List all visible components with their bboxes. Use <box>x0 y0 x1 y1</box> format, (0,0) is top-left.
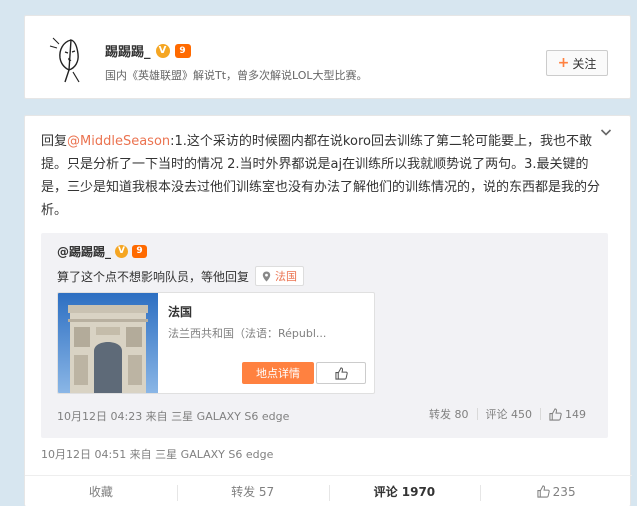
repost-button[interactable]: 转发 57 <box>176 476 329 506</box>
place-like-button[interactable] <box>316 362 366 384</box>
place-detail-button[interactable]: 地点详情 <box>242 362 314 384</box>
level-badge-icon: 9 <box>132 245 148 258</box>
like-count: 235 <box>552 484 576 499</box>
quote-actions: 转发 80 评论 450 149 <box>421 406 594 422</box>
verified-icon: V <box>115 245 129 258</box>
reply-prefix: 回复 <box>41 134 68 149</box>
quote-timestamp[interactable]: 10月12日 04:23 来自 三星 GALAXY S6 edge <box>57 408 289 424</box>
quote-text: 算了这个点不想影响队员，等他回复 法国 <box>57 266 305 286</box>
chevron-down-icon[interactable] <box>600 126 612 138</box>
profile-name-text[interactable]: 踢踢踢_ <box>105 41 151 60</box>
thumbs-up-icon <box>549 407 562 421</box>
follow-label: 关注 <box>572 56 597 71</box>
map-pin-icon <box>262 271 271 281</box>
profile-card: 踢踢踢_ V 9 国内《英雄联盟》解说Tt，曾多次解说LOL大型比赛。 + 关注 <box>24 15 631 99</box>
comment-text: 回复@MiddleSeason:1.这个采访的时候圈内都在说koro回去训练了第… <box>41 130 601 222</box>
quote-comment-button[interactable]: 评论 450 <box>478 406 541 422</box>
comment-label: 评论 1970 <box>373 485 436 499</box>
quoted-post: @踢踢踢_ V 9 算了这个点不想影响队员，等他回复 法国 法国 法兰西共和国（… <box>41 233 608 438</box>
place-title[interactable]: 法国 <box>168 303 192 320</box>
verified-icon: V <box>155 43 170 58</box>
comment-card: 回复@MiddleSeason:1.这个采访的时候圈内都在说koro回去训练了第… <box>24 115 632 506</box>
thumbs-up-icon <box>537 485 550 498</box>
arc-de-triomphe-image <box>58 293 158 393</box>
comment-timestamp[interactable]: 10月12日 04:51 来自 三星 GALAXY S6 edge <box>41 446 273 462</box>
quote-author-name[interactable]: @踢踢踢_ <box>57 243 111 260</box>
quote-text-body: 算了这个点不想影响队员，等他回复 <box>57 269 250 284</box>
quote-author[interactable]: @踢踢踢_ V 9 <box>57 243 148 260</box>
quote-repost-button[interactable]: 转发 80 <box>421 406 477 422</box>
location-chip[interactable]: 法国 <box>255 266 305 286</box>
level-badge-icon: 9 <box>174 43 191 58</box>
quote-like-count: 149 <box>565 407 586 421</box>
place-card[interactable]: 法国 法兰西共和国（法语：Républ... 地点详情 <box>57 292 375 394</box>
follow-button[interactable]: + 关注 <box>546 50 608 76</box>
place-description: 法兰西共和国（法语：Républ... <box>168 327 327 340</box>
action-bar: 收藏 转发 57 评论 1970 235 <box>25 475 632 506</box>
quote-repost-label: 转发 80 <box>429 408 469 421</box>
like-button[interactable]: 235 <box>480 476 632 506</box>
plus-icon: + <box>557 55 570 71</box>
profile-bio: 国内《英雄联盟》解说Tt，曾多次解说LOL大型比赛。 <box>105 69 368 82</box>
quote-like-button[interactable]: 149 <box>541 408 594 421</box>
profile-name[interactable]: 踢踢踢_ V 9 <box>105 41 191 60</box>
comment-button[interactable]: 评论 1970 <box>328 476 481 506</box>
quote-comment-label: 评论 450 <box>485 408 533 421</box>
favorite-label: 收藏 <box>88 485 113 499</box>
mention-link[interactable]: @MiddleSeason <box>67 134 170 149</box>
favorite-button[interactable]: 收藏 <box>25 476 177 506</box>
thumbs-up-icon <box>334 366 348 380</box>
avatar[interactable] <box>45 34 93 86</box>
repost-label: 转发 57 <box>231 485 275 499</box>
location-label: 法国 <box>275 270 298 283</box>
